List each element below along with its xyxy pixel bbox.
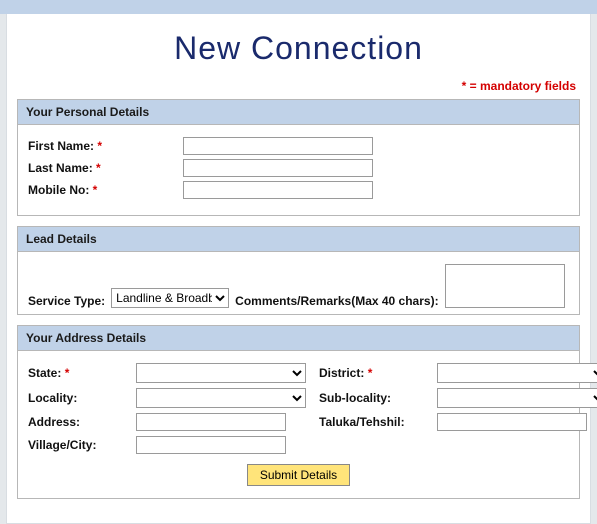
state-select[interactable]: [136, 363, 306, 383]
form-container: New Connection * = mandatory fields Your…: [6, 14, 591, 524]
taluka-input[interactable]: [437, 413, 587, 431]
mandatory-fields-note: * = mandatory fields: [7, 79, 590, 93]
personal-details-header: Your Personal Details: [18, 100, 579, 125]
required-marker: *: [65, 366, 70, 380]
last-name-input[interactable]: [183, 159, 373, 177]
state-label: State: *: [28, 366, 128, 380]
required-marker: *: [93, 183, 98, 197]
page-title: New Connection: [7, 30, 590, 67]
lead-details-body: Service Type: Landline & Broadba Comment…: [18, 252, 579, 314]
submit-button[interactable]: Submit Details: [247, 464, 350, 486]
required-marker: *: [97, 139, 102, 153]
district-label: District: *: [319, 366, 429, 380]
first-name-input[interactable]: [183, 137, 373, 155]
service-type-select[interactable]: Landline & Broadba: [111, 288, 229, 308]
required-marker: *: [368, 366, 373, 380]
mobile-no-input[interactable]: [183, 181, 373, 199]
village-input[interactable]: [136, 436, 286, 454]
address-details-body: State: * District: * Locality: Sub-local…: [18, 351, 579, 498]
sublocality-label: Sub-locality:: [319, 391, 429, 405]
locality-label: Locality:: [28, 391, 128, 405]
personal-details-section: Your Personal Details First Name: * Last…: [17, 99, 580, 216]
personal-details-body: First Name: * Last Name: * Mobile No: *: [18, 125, 579, 215]
first-name-label: First Name: *: [28, 139, 183, 153]
locality-select[interactable]: [136, 388, 306, 408]
village-label: Village/City:: [28, 438, 128, 452]
lead-details-section: Lead Details Service Type: Landline & Br…: [17, 226, 580, 315]
taluka-label: Taluka/Tehshil:: [319, 415, 429, 429]
top-accent-bar: [0, 0, 597, 14]
sublocality-select[interactable]: [437, 388, 597, 408]
address-details-header: Your Address Details: [18, 326, 579, 351]
comments-textarea[interactable]: [445, 264, 565, 308]
lead-details-header: Lead Details: [18, 227, 579, 252]
address-input[interactable]: [136, 413, 286, 431]
service-type-label: Service Type:: [28, 294, 105, 308]
address-details-section: Your Address Details State: * District: …: [17, 325, 580, 499]
mobile-no-label: Mobile No: *: [28, 183, 183, 197]
comments-label: Comments/Remarks(Max 40 chars):: [235, 294, 438, 308]
district-select[interactable]: [437, 363, 597, 383]
address-label: Address:: [28, 415, 128, 429]
required-marker: *: [96, 161, 101, 175]
last-name-label: Last Name: *: [28, 161, 183, 175]
